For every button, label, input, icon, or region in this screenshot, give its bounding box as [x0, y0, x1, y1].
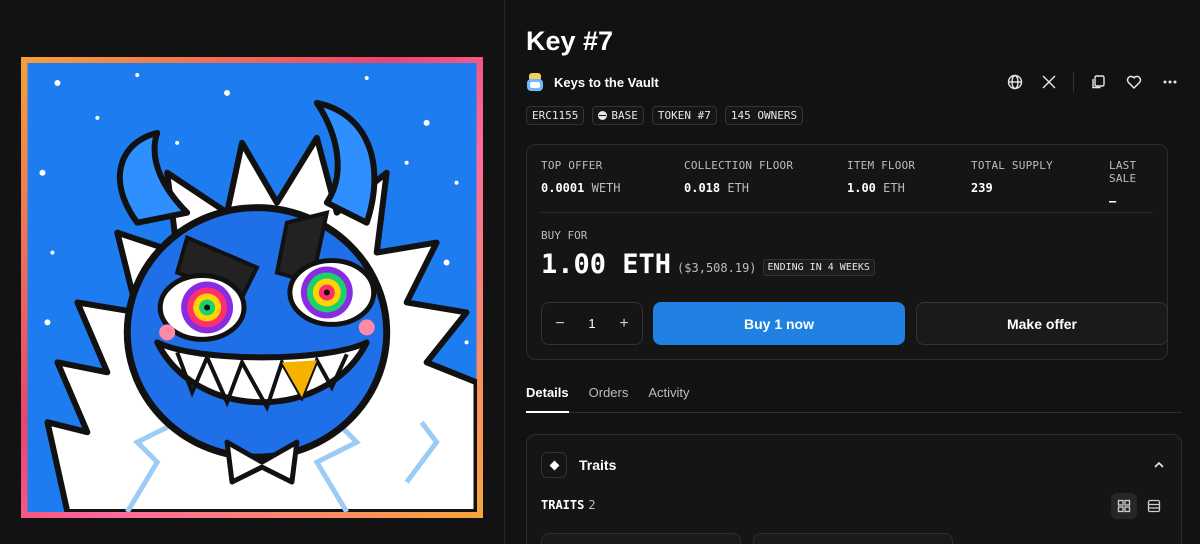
stat-label: TOP OFFER [541, 159, 603, 172]
traits-title: Traits [579, 457, 617, 473]
stat-unit: ETH [727, 181, 750, 195]
quantity-value[interactable]: 1 [588, 316, 595, 331]
stats-row: TOP OFFER 0.0001 WETH COLLECTION FLOOR 0… [541, 159, 1153, 208]
trait-card[interactable] [753, 533, 953, 544]
copy-icon[interactable] [1086, 70, 1110, 94]
stat-value: 239 [971, 181, 1053, 195]
stat-value: 1.00 ETH [847, 181, 915, 195]
stat-total-supply: TOTAL SUPPLY 239 [971, 159, 1053, 195]
buy-for-label: BUY FOR [541, 229, 588, 242]
chain-badge-label: BASE [611, 109, 638, 122]
stat-last-sale: LAST SALE – [1109, 159, 1153, 208]
trait-card[interactable] [541, 533, 741, 544]
grid-view-icon[interactable] [1111, 493, 1137, 519]
stat-label: ITEM FLOOR [847, 159, 916, 172]
chevron-up-icon[interactable] [1151, 457, 1167, 473]
stat-unit: WETH [591, 181, 621, 195]
collection-name: Keys to the Vault [554, 74, 659, 90]
stat-number: 1.00 [847, 181, 876, 195]
stat-number: 0.018 [684, 181, 721, 195]
price-row: 1.00 ETH ($3,508.19) ENDING IN 4 WEEKS [541, 249, 875, 280]
stat-label: COLLECTION FLOOR [684, 159, 794, 172]
stat-item-floor: ITEM FLOOR 1.00 ETH [847, 159, 915, 195]
price-eth: 1.00 ETH [541, 249, 672, 280]
stat-number: – [1109, 194, 1117, 208]
detail-tabs: Details Orders Activity [526, 382, 1182, 413]
quantity-increment-button[interactable]: + [616, 315, 632, 333]
nft-artwork[interactable] [21, 57, 483, 518]
quantity-stepper: − 1 + [541, 302, 643, 345]
actions-divider [1073, 72, 1074, 92]
item-actions [1003, 70, 1182, 94]
buy-now-button[interactable]: Buy 1 now [653, 302, 905, 345]
globe-icon[interactable] [1003, 70, 1027, 94]
collection-link[interactable]: Keys to the Vault [526, 71, 659, 93]
stat-label: TOTAL SUPPLY [971, 159, 1053, 172]
collection-avatar-icon [527, 73, 543, 91]
owners-badge[interactable]: 145 OWNERS [724, 106, 804, 125]
stat-value: – [1109, 194, 1153, 208]
price-panel: TOP OFFER 0.0001 WETH COLLECTION FLOOR 0… [526, 144, 1168, 360]
traits-panel: Traits TRAITS 2 [526, 434, 1182, 544]
stat-top-offer: TOP OFFER 0.0001 WETH [541, 159, 621, 195]
more-icon[interactable] [1158, 70, 1182, 94]
standard-badge: ERC1155 [526, 106, 585, 125]
nft-item-page: Key #7 Keys to the Vault ERC1155 BASE TO… [0, 0, 1200, 544]
stat-collection-floor: COLLECTION FLOOR 0.018 ETH [684, 159, 793, 195]
panel-divider [541, 212, 1153, 213]
stat-value: 0.018 ETH [684, 181, 793, 195]
token-badge: TOKEN #7 [651, 106, 717, 125]
heart-icon[interactable] [1122, 70, 1146, 94]
traits-view-toggle [1111, 493, 1167, 519]
stat-number: 239 [971, 181, 993, 195]
listing-ending-badge: ENDING IN 4 WEEKS [762, 259, 875, 276]
stat-unit: ETH [883, 181, 905, 195]
item-title: Key #7 [526, 26, 614, 56]
stat-number: 0.0001 [541, 181, 585, 195]
item-badges: ERC1155 BASE TOKEN #7 145 OWNERS [526, 106, 804, 125]
yeti-artwork-image [27, 63, 477, 512]
traits-count-row: TRAITS 2 [541, 498, 596, 512]
stat-value: 0.0001 WETH [541, 181, 621, 195]
tab-activity[interactable]: Activity [648, 382, 689, 413]
make-offer-button[interactable]: Make offer [916, 302, 1168, 345]
x-icon[interactable] [1037, 70, 1061, 94]
details-pane: Key #7 Keys to the Vault ERC1155 BASE TO… [505, 0, 1200, 544]
chain-badge: BASE [592, 106, 644, 125]
quantity-decrement-button[interactable]: − [552, 315, 568, 333]
stat-label: LAST SALE [1109, 159, 1137, 185]
traits-header[interactable]: Traits [541, 452, 616, 478]
traits-label: TRAITS [541, 498, 585, 512]
traits-count: 2 [588, 498, 596, 512]
base-chain-icon [598, 111, 608, 120]
price-usd: ($3,508.19) [677, 260, 757, 275]
media-pane [0, 0, 505, 544]
tab-details[interactable]: Details [526, 382, 569, 413]
diamond-icon [541, 452, 567, 478]
tab-orders[interactable]: Orders [589, 382, 629, 413]
list-view-icon[interactable] [1141, 493, 1167, 519]
